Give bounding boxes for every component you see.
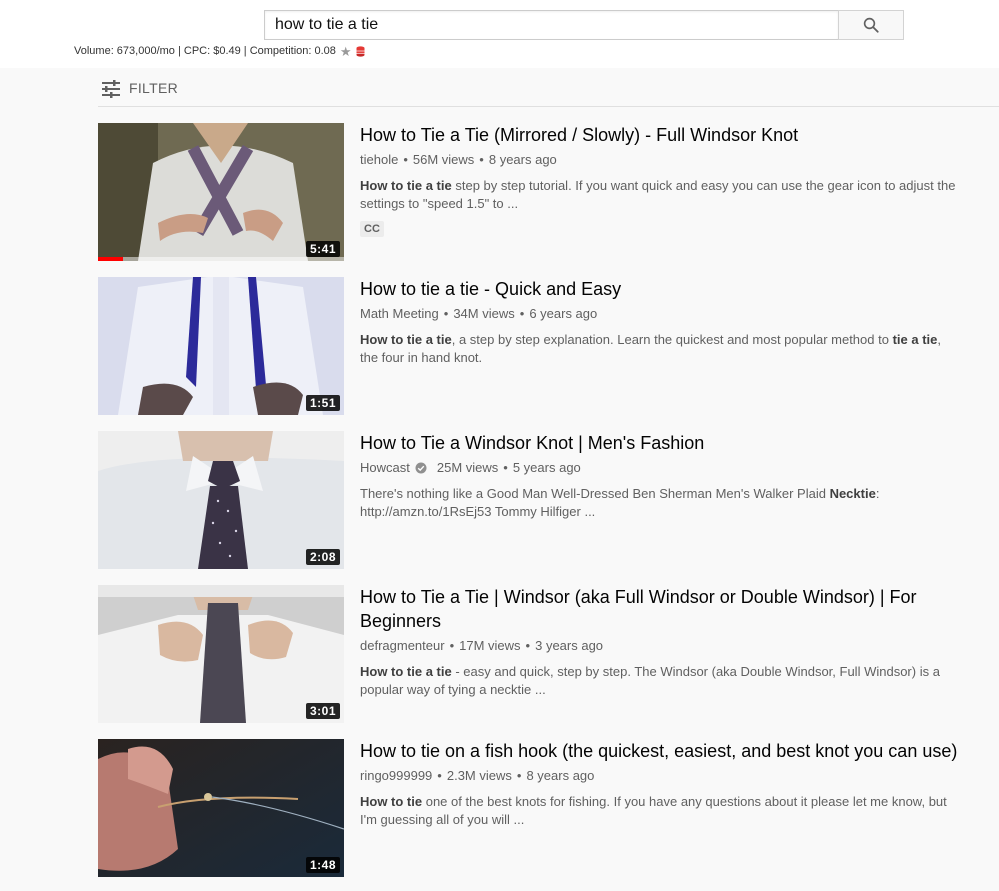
video-description: There's nothing like a Good Man Well-Dre… [360, 485, 960, 521]
upload-age: 5 years ago [512, 460, 581, 475]
view-count: 56M views [412, 152, 475, 167]
video-thumbnail[interactable]: 1:48 [98, 739, 344, 877]
video-meta: Howcast 25M views • 5 years ago [360, 459, 581, 477]
channel-name[interactable]: defragmenteur [360, 637, 445, 655]
view-count: 2.3M views [446, 768, 512, 783]
upload-age: 8 years ago [526, 768, 595, 783]
description-text: one of the best knots for fishing. If yo… [360, 794, 947, 827]
video-info: How to Tie a Tie | Windsor (aka Full Win… [360, 585, 960, 699]
upload-age: 6 years ago [529, 306, 598, 321]
channel-name[interactable]: tiehole [360, 151, 398, 169]
highlighted-keyword: How to tie a tie [360, 664, 452, 679]
filter-label: FILTER [129, 80, 178, 96]
video-duration: 5:41 [305, 241, 340, 257]
video-info: How to Tie a Windsor Knot | Men's Fashio… [360, 431, 960, 521]
highlighted-keyword: How to tie a tie [360, 178, 452, 193]
video-info: How to Tie a Tie (Mirrored / Slowly) - F… [360, 123, 960, 237]
video-description: How to tie a tie, a step by step explana… [360, 331, 960, 367]
video-meta: ringo999999 • 2.3M views • 8 years ago [360, 767, 595, 785]
video-description: How to tie one of the best knots for fis… [360, 793, 960, 829]
view-count: 25M views [436, 460, 499, 475]
video-title[interactable]: How to tie on a fish hook (the quickest,… [360, 739, 960, 763]
view-count: 17M views [459, 638, 521, 653]
video-thumbnail[interactable]: 1:51 [98, 277, 344, 415]
video-duration: 1:51 [305, 395, 340, 411]
video-result[interactable]: 1:48 How to tie on a fish hook (the quic… [98, 739, 978, 879]
upload-age: 3 years ago [535, 638, 604, 653]
description-text: There's nothing like a Good Man Well-Dre… [360, 486, 830, 501]
video-title[interactable]: How to Tie a Windsor Knot | Men's Fashio… [360, 431, 960, 455]
video-duration: 3:01 [305, 703, 340, 719]
keyword-stats-text: Volume: 673,000/mo | CPC: $0.49 | Compet… [74, 45, 336, 57]
video-duration: 1:48 [305, 857, 340, 873]
search-icon [863, 17, 879, 33]
highlighted-keyword: tie a tie [892, 332, 938, 347]
highlighted-keyword: How to tie a tie [360, 332, 452, 347]
video-title[interactable]: How to Tie a Tie | Windsor (aka Full Win… [360, 585, 960, 633]
watch-progress [98, 257, 344, 261]
masthead: how to tie a tie Volume: 673,000/mo | CP… [0, 0, 999, 68]
keyword-stats: Volume: 673,000/mo | CPC: $0.49 | Compet… [74, 45, 365, 58]
upload-age: 8 years ago [488, 152, 557, 167]
channel-name[interactable]: Howcast [360, 459, 410, 477]
video-result[interactable]: 5:41 How to Tie a Tie (Mirrored / Slowly… [98, 123, 978, 263]
video-info: How to tie a tie - Quick and Easy Math M… [360, 277, 960, 367]
tune-icon [102, 80, 120, 98]
channel-name[interactable]: ringo999999 [360, 767, 432, 785]
filter-bar[interactable]: FILTER [98, 74, 999, 107]
video-info: How to tie on a fish hook (the quickest,… [360, 739, 960, 829]
video-thumbnail[interactable]: 5:41 [98, 123, 344, 261]
database-icon[interactable] [356, 45, 365, 57]
view-count: 34M views [453, 306, 515, 321]
video-title[interactable]: How to tie a tie - Quick and Easy [360, 277, 960, 301]
verified-icon [415, 462, 427, 474]
highlighted-keyword: Necktie [829, 486, 876, 501]
video-description: How to tie a tie - easy and quick, step … [360, 663, 960, 699]
video-meta: Math Meeting • 34M views • 6 years ago [360, 305, 598, 323]
video-meta: tiehole • 56M views • 8 years ago [360, 151, 557, 169]
video-description: How to tie a tie step by step tutorial. … [360, 177, 960, 213]
highlighted-keyword: How to tie [360, 794, 423, 809]
description-text: , a step by step explanation. Learn the … [451, 332, 893, 347]
video-thumbnail[interactable]: 3:01 [98, 585, 344, 723]
cc-badge: CC [360, 221, 384, 237]
video-title[interactable]: How to Tie a Tie (Mirrored / Slowly) - F… [360, 123, 960, 147]
video-meta: defragmenteur • 17M views • 3 years ago [360, 637, 604, 655]
video-result[interactable]: 1:51 How to tie a tie - Quick and Easy M… [98, 277, 978, 417]
channel-name[interactable]: Math Meeting [360, 305, 439, 323]
star-icon[interactable]: ★ [340, 45, 352, 58]
video-result[interactable]: 2:08 How to Tie a Windsor Knot | Men's F… [98, 431, 978, 571]
video-result[interactable]: 3:01 How to Tie a Tie | Windsor (aka Ful… [98, 585, 978, 725]
video-thumbnail[interactable]: 2:08 [98, 431, 344, 569]
video-duration: 2:08 [305, 549, 340, 565]
search-button[interactable] [838, 10, 904, 40]
search-input[interactable]: how to tie a tie [264, 10, 838, 40]
